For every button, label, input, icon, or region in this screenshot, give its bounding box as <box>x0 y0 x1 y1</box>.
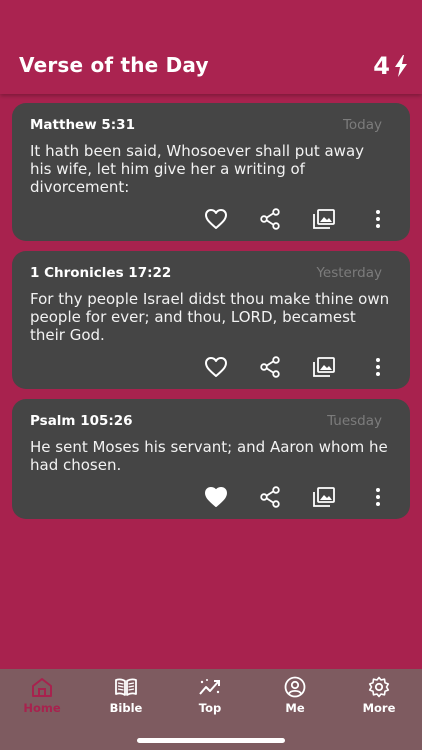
image-gallery-icon <box>313 357 335 377</box>
verse-text: He sent Moses his servant; and Aaron who… <box>30 438 388 474</box>
share-icon <box>260 356 280 378</box>
tab-label: Top <box>198 701 222 715</box>
trending-icon <box>199 679 220 695</box>
more-vertical-icon <box>376 488 380 506</box>
tab-me[interactable]: Me <box>253 676 337 716</box>
verse-date: Tuesday <box>327 413 382 429</box>
profile-icon <box>284 676 306 698</box>
more-vertical-icon <box>376 358 380 376</box>
more-options-button[interactable] <box>364 484 392 510</box>
streak-count: 4 <box>373 52 390 80</box>
like-button[interactable] <box>202 484 230 510</box>
streak-counter[interactable]: 4 <box>373 52 408 80</box>
like-button[interactable] <box>202 206 230 232</box>
lightning-icon <box>395 55 407 77</box>
more-vertical-icon <box>376 210 380 228</box>
like-button[interactable] <box>202 354 230 380</box>
heart-filled-icon <box>205 487 227 507</box>
verse-text: For thy people Israel didst thou make th… <box>30 290 390 344</box>
image-button[interactable] <box>310 354 338 380</box>
tab-label: Bible <box>109 701 143 715</box>
heart-outline-icon <box>205 209 227 229</box>
page-title: Verse of the Day <box>19 53 209 77</box>
share-button[interactable] <box>256 206 284 232</box>
heart-outline-icon <box>205 357 227 377</box>
book-icon <box>115 678 137 696</box>
verse-card[interactable]: 1 Chronicles 17:22 Yesterday For thy peo… <box>12 251 410 389</box>
verse-date: Today <box>342 117 382 133</box>
verse-text: It hath been said, Whosoever shall put a… <box>30 142 365 196</box>
verse-list: Matthew 5:31 Today It hath been said, Wh… <box>12 103 410 529</box>
image-gallery-icon <box>313 487 335 507</box>
tab-label: Me <box>285 701 305 715</box>
verse-reference: Matthew 5:31 <box>30 117 135 133</box>
verse-card[interactable]: Psalm 105:26 Tuesday He sent Moses his s… <box>12 399 410 519</box>
tab-label: More <box>362 701 396 715</box>
image-gallery-icon <box>313 209 335 229</box>
tab-label: Home <box>23 701 61 715</box>
verse-actions <box>12 484 410 510</box>
tab-bible[interactable]: Bible <box>84 676 168 716</box>
share-button[interactable] <box>256 354 284 380</box>
tab-more[interactable]: More <box>337 676 421 716</box>
image-button[interactable] <box>310 484 338 510</box>
tab-home[interactable]: Home <box>0 676 84 716</box>
more-options-button[interactable] <box>364 354 392 380</box>
verse-reference: 1 Chronicles 17:22 <box>30 265 172 281</box>
share-button[interactable] <box>256 484 284 510</box>
gear-icon <box>368 676 390 698</box>
app-header: Verse of the Day 4 <box>0 0 422 94</box>
home-icon <box>32 678 52 697</box>
share-icon <box>260 486 280 508</box>
verse-actions <box>12 354 410 380</box>
home-indicator <box>137 738 285 743</box>
verse-card[interactable]: Matthew 5:31 Today It hath been said, Wh… <box>12 103 410 241</box>
verse-reference: Psalm 105:26 <box>30 413 133 429</box>
image-button[interactable] <box>310 206 338 232</box>
tab-top[interactable]: Top <box>168 676 252 716</box>
share-icon <box>260 208 280 230</box>
verse-actions <box>12 206 410 232</box>
verse-date: Yesterday <box>316 265 382 281</box>
more-options-button[interactable] <box>364 206 392 232</box>
